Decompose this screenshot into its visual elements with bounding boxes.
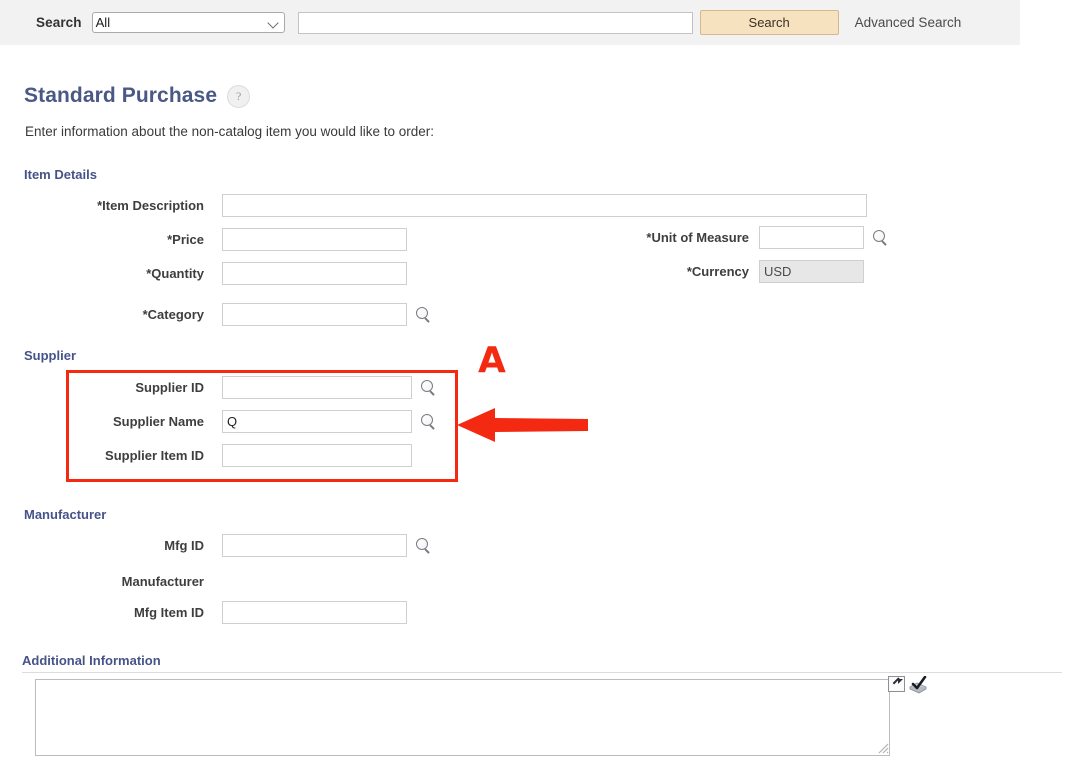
advanced-search-link[interactable]: Advanced Search bbox=[855, 15, 962, 30]
page-subtitle: Enter information about the non-catalog … bbox=[25, 124, 434, 139]
unit-of-measure-label: *Unit of Measure bbox=[646, 230, 749, 245]
section-heading-manufacturer: Manufacturer bbox=[24, 507, 107, 522]
annotation-arrow-icon bbox=[457, 408, 588, 442]
supplier-name-label: Supplier Name bbox=[112, 414, 204, 429]
field-row-supplier-name: Supplier Name bbox=[24, 410, 437, 433]
field-row-supplier-id: Supplier ID bbox=[24, 376, 437, 399]
search-label: Search bbox=[36, 15, 82, 30]
category-input[interactable] bbox=[222, 303, 407, 326]
field-row-item-description: *Item Description bbox=[24, 194, 867, 217]
unit-of-measure-input[interactable] bbox=[759, 226, 864, 249]
help-icon[interactable]: ? bbox=[227, 84, 251, 108]
search-button[interactable]: Search bbox=[699, 10, 839, 35]
field-row-unit-of-measure: *Unit of Measure bbox=[604, 226, 889, 249]
supplier-name-lookup-magnifier-icon[interactable] bbox=[419, 413, 437, 431]
field-row-mfg-item-id: Mfg Item ID bbox=[24, 601, 407, 624]
supplier-name-input[interactable] bbox=[222, 410, 412, 433]
field-row-manufacturer: Manufacturer bbox=[24, 574, 204, 589]
mfg-id-label: Mfg ID bbox=[164, 538, 204, 553]
price-label: *Price bbox=[167, 232, 204, 247]
supplier-id-lookup-magnifier-icon[interactable] bbox=[419, 379, 437, 397]
field-row-mfg-id: Mfg ID bbox=[24, 534, 432, 557]
quantity-input[interactable] bbox=[222, 262, 407, 285]
page-title-row: Standard Purchase ? bbox=[24, 84, 251, 108]
supplier-id-label: Supplier ID bbox=[135, 380, 204, 395]
item-description-label: *Item Description bbox=[97, 198, 204, 213]
field-row-supplier-item-id: Supplier Item ID bbox=[24, 444, 412, 467]
item-description-input[interactable] bbox=[222, 194, 867, 217]
supplier-item-id-input[interactable] bbox=[222, 444, 412, 467]
search-scope-value: All bbox=[95, 15, 111, 30]
unit-of-measure-lookup-magnifier-icon[interactable] bbox=[871, 229, 889, 247]
supplier-item-id-label: Supplier Item ID bbox=[105, 448, 204, 463]
page-title: Standard Purchase bbox=[24, 84, 218, 107]
field-row-price: *Price bbox=[24, 228, 407, 251]
field-row-category: *Category bbox=[24, 303, 432, 326]
price-input[interactable] bbox=[222, 228, 407, 251]
section-heading-additional-information: Additional Information bbox=[22, 653, 161, 668]
mfg-id-input[interactable] bbox=[222, 534, 407, 557]
spellcheck-icon[interactable] bbox=[908, 676, 928, 694]
mfg-id-lookup-magnifier-icon[interactable] bbox=[414, 537, 432, 555]
supplier-id-input[interactable] bbox=[222, 376, 412, 399]
search-scope-select[interactable]: All bbox=[91, 12, 285, 33]
global-search-bar: Search All Search Advanced Search bbox=[0, 0, 1020, 45]
section-heading-item-details: Item Details bbox=[24, 167, 97, 182]
chevron-down-icon bbox=[268, 17, 279, 28]
currency-input bbox=[759, 260, 864, 283]
section-divider bbox=[22, 672, 1062, 673]
category-lookup-magnifier-icon[interactable] bbox=[414, 306, 432, 324]
field-row-currency: *Currency bbox=[604, 260, 864, 283]
annotation-marker-a: A bbox=[477, 340, 508, 381]
additional-information-textarea[interactable] bbox=[35, 679, 890, 756]
mfg-item-id-input[interactable] bbox=[222, 601, 407, 624]
search-input[interactable] bbox=[297, 11, 693, 34]
quantity-label: *Quantity bbox=[146, 266, 204, 281]
textarea-toolbar bbox=[888, 676, 928, 694]
currency-label: *Currency bbox=[686, 264, 749, 279]
manufacturer-label: Manufacturer bbox=[121, 574, 204, 589]
category-label: *Category bbox=[142, 307, 204, 322]
field-row-quantity: *Quantity bbox=[24, 262, 407, 285]
expand-textarea-icon[interactable] bbox=[888, 676, 905, 692]
mfg-item-id-label: Mfg Item ID bbox=[133, 605, 204, 620]
section-heading-supplier: Supplier bbox=[24, 348, 77, 363]
